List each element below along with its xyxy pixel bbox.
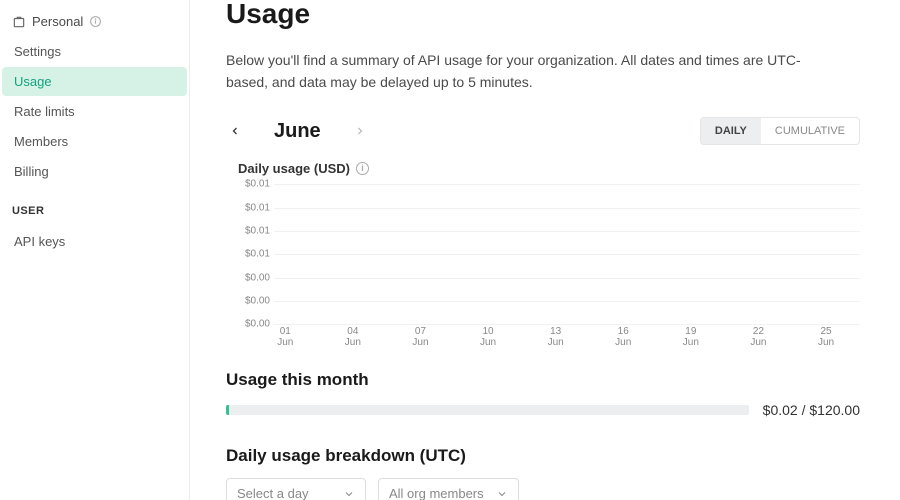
- y-tick-label: $0.01: [245, 202, 270, 213]
- select-day[interactable]: Select a day: [226, 478, 366, 500]
- x-tick: 13 Jun: [544, 326, 567, 344]
- info-icon: [89, 15, 102, 28]
- chevron-down-icon: [496, 488, 508, 500]
- next-month-button[interactable]: [351, 122, 369, 140]
- progress-fill: [226, 405, 229, 415]
- x-tick: 04 Jun: [342, 326, 365, 344]
- x-tick: 01 Jun: [274, 326, 297, 344]
- org-nav: SettingsUsageRate limitsMembersBilling: [0, 37, 189, 186]
- chevron-right-icon: [354, 125, 366, 137]
- x-tick: 07 Jun: [409, 326, 432, 344]
- user-section-label: USER: [0, 187, 189, 223]
- usage-current: $0.02: [763, 402, 798, 418]
- toggle-cumulative[interactable]: CUMULATIVE: [761, 118, 859, 144]
- breakdown-selects: Select a day All org members: [226, 478, 860, 500]
- nav-item-billing[interactable]: Billing: [2, 157, 187, 186]
- y-axis: $0.01$0.01$0.01$0.01$0.00$0.00$0.00: [238, 184, 274, 324]
- nav-item-usage[interactable]: Usage: [2, 67, 187, 96]
- user-nav: API keys: [0, 227, 189, 256]
- x-tick: [725, 326, 748, 344]
- nav-item-settings[interactable]: Settings: [2, 37, 187, 66]
- chevron-down-icon: [343, 488, 355, 500]
- page-title: Usage: [226, 0, 860, 30]
- x-tick: [454, 326, 477, 344]
- x-tick: [837, 326, 860, 344]
- y-tick-label: $0.00: [245, 319, 270, 330]
- progress-row: $0.02 / $120.00: [226, 402, 860, 418]
- y-tick-label: $0.01: [245, 226, 270, 237]
- month-label: June: [274, 120, 321, 143]
- x-tick: [657, 326, 680, 344]
- usage-limit: $120.00: [809, 402, 860, 418]
- view-toggle: DAILY CUMULATIVE: [700, 117, 860, 145]
- page-subtitle: Below you'll find a summary of API usage…: [226, 50, 826, 93]
- main-content: Usage Below you'll find a summary of API…: [190, 0, 900, 500]
- y-tick-label: $0.00: [245, 296, 270, 307]
- breakdown-title: Daily usage breakdown (UTC): [226, 446, 860, 466]
- y-tick-label: $0.01: [245, 179, 270, 190]
- x-tick: [770, 326, 793, 344]
- x-tick: [364, 326, 387, 344]
- x-tick: 16 Jun: [612, 326, 635, 344]
- usage-chart: $0.01$0.01$0.01$0.01$0.00$0.00$0.00 01 J…: [238, 184, 860, 344]
- nav-item-rate-limits[interactable]: Rate limits: [2, 97, 187, 126]
- progress-track: [226, 405, 749, 415]
- select-day-label: Select a day: [237, 486, 309, 500]
- select-member[interactable]: All org members: [378, 478, 519, 500]
- x-tick: 19 Jun: [680, 326, 703, 344]
- y-tick-label: $0.01: [245, 249, 270, 260]
- x-tick: [702, 326, 725, 344]
- chart-wrap: $0.01$0.01$0.01$0.01$0.00$0.00$0.00 01 J…: [226, 184, 860, 344]
- progress-text: $0.02 / $120.00: [763, 402, 860, 418]
- x-tick: [589, 326, 612, 344]
- month-usage-title: Usage this month: [226, 370, 860, 390]
- x-tick: [387, 326, 410, 344]
- prev-month-button[interactable]: [226, 122, 244, 140]
- x-tick: 25 Jun: [815, 326, 838, 344]
- x-tick: [499, 326, 522, 344]
- chevron-left-icon: [229, 125, 241, 137]
- chart-title-row: Daily usage (USD) i: [238, 161, 860, 176]
- org-selector[interactable]: Personal: [0, 10, 189, 33]
- x-tick: [319, 326, 342, 344]
- x-tick: [432, 326, 455, 344]
- nav-item-api-keys[interactable]: API keys: [2, 227, 187, 256]
- chart-title: Daily usage (USD): [238, 161, 350, 176]
- x-tick: [522, 326, 545, 344]
- gridline: [274, 324, 860, 325]
- toggle-daily[interactable]: DAILY: [701, 118, 761, 144]
- chart-plot: [274, 184, 860, 324]
- x-tick: [635, 326, 658, 344]
- y-tick-label: $0.00: [245, 272, 270, 283]
- nav-item-members[interactable]: Members: [2, 127, 187, 156]
- x-tick: [567, 326, 590, 344]
- x-tick: [792, 326, 815, 344]
- x-tick: 22 Jun: [747, 326, 770, 344]
- org-icon: [12, 15, 26, 29]
- org-label: Personal: [32, 14, 83, 29]
- x-tick: [297, 326, 320, 344]
- x-axis: 01 Jun 04 Jun 07 Jun 10 Jun 13 Jun 16 Jun 19 J…: [274, 326, 860, 344]
- select-member-label: All org members: [389, 486, 484, 500]
- info-icon[interactable]: i: [356, 162, 369, 175]
- month-nav: June: [226, 120, 369, 143]
- month-bar: June DAILY CUMULATIVE: [226, 117, 860, 145]
- sidebar: Personal SettingsUsageRate limitsMembers…: [0, 0, 190, 500]
- x-tick: 10 Jun: [477, 326, 500, 344]
